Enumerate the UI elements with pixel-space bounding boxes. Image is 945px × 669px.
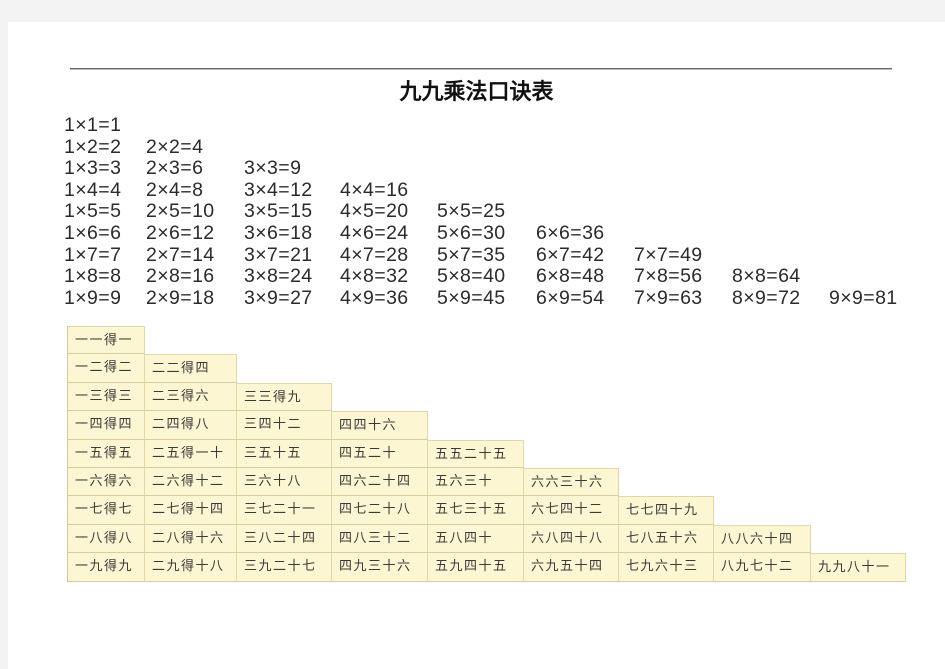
formula: 5×7=35 bbox=[437, 243, 506, 266]
rhyme-cell: 五九四十五 bbox=[428, 553, 524, 582]
rhyme-cell: 四九三十六 bbox=[332, 553, 428, 582]
formula: 2×2=4 bbox=[146, 135, 204, 158]
formula: 4×8=32 bbox=[340, 265, 409, 288]
rhyme-cell: 七七四十九 bbox=[619, 496, 714, 525]
formula: 1×2=2 bbox=[64, 135, 122, 158]
formula: 3×4=12 bbox=[244, 178, 313, 201]
rhyme-cell: 五八四十 bbox=[428, 524, 524, 554]
formula: 8×9=72 bbox=[732, 286, 801, 309]
rhyme-cell: 三六十八 bbox=[237, 467, 332, 497]
rhyme-cell: 二八得十六 bbox=[145, 524, 237, 554]
formula: 4×5=20 bbox=[340, 200, 409, 223]
rhyme-cell: 一一得一 bbox=[67, 326, 145, 355]
rhyme-cell: 八八六十四 bbox=[714, 524, 811, 554]
formula: 2×7=14 bbox=[146, 243, 215, 266]
rhyme-cell: 一二得二 bbox=[67, 354, 145, 383]
formula: 6×6=36 bbox=[536, 221, 605, 244]
rhyme-cell: 三四十二 bbox=[237, 411, 332, 440]
rhyme-cell: 三九二十七 bbox=[237, 553, 332, 582]
formula: 1×8=8 bbox=[64, 265, 122, 288]
formula: 2×5=10 bbox=[146, 200, 215, 223]
formula: 9×9=81 bbox=[829, 286, 898, 309]
formula: 2×8=16 bbox=[146, 265, 215, 288]
formula: 5×8=40 bbox=[437, 265, 506, 288]
rhyme-cell: 六九五十四 bbox=[524, 553, 619, 582]
rhyme-cell: 二四得八 bbox=[145, 411, 237, 440]
page-title: 九九乘法口诀表 bbox=[399, 80, 554, 105]
formula: 6×7=42 bbox=[536, 243, 605, 266]
rhyme-cell: 五五二十五 bbox=[428, 439, 524, 468]
rhyme-cell: 六七四十二 bbox=[524, 496, 619, 525]
formula: 1×3=3 bbox=[64, 157, 122, 180]
rhyme-cell: 六八四十八 bbox=[524, 524, 619, 554]
formula: 3×7=21 bbox=[244, 243, 313, 266]
formula: 4×9=36 bbox=[340, 286, 409, 309]
rhyme-cell: 一六得六 bbox=[67, 467, 145, 497]
document-page: 九九乘法口诀表 1×1=1 1×2=2 2×2=4 1×3=3 2×3=6 3×3=9 1×… bbox=[8, 22, 945, 669]
rhyme-cell: 二三得六 bbox=[145, 382, 237, 412]
rhyme-cell: 二七得十四 bbox=[145, 496, 237, 525]
rhyme-cell: 一五得五 bbox=[67, 439, 145, 468]
rhyme-cell: 四七二十八 bbox=[332, 496, 428, 525]
formula: 4×7=28 bbox=[340, 243, 409, 266]
formula: 3×9=27 bbox=[244, 286, 313, 309]
formula: 3×3=9 bbox=[244, 157, 302, 180]
rhyme-cell: 四八三十二 bbox=[332, 524, 428, 554]
formula: 1×7=7 bbox=[64, 243, 122, 266]
rhyme-cell: 三八二十四 bbox=[237, 524, 332, 554]
rhyme-cell: 七八五十六 bbox=[619, 524, 714, 554]
rhyme-cell: 四四十六 bbox=[332, 411, 428, 440]
rhyme-cell: 四五二十 bbox=[332, 439, 428, 468]
formula: 7×7=49 bbox=[634, 243, 703, 266]
formula: 3×8=24 bbox=[244, 265, 313, 288]
rhyme-cell: 八九七十二 bbox=[714, 553, 811, 582]
rhyme-cell: 五七三十五 bbox=[428, 496, 524, 525]
formula: 2×6=12 bbox=[146, 221, 215, 244]
formula: 1×5=5 bbox=[64, 200, 122, 223]
rhyme-cell: 九九八十一 bbox=[811, 553, 906, 582]
formula: 7×9=63 bbox=[634, 286, 703, 309]
formula: 6×8=48 bbox=[536, 265, 605, 288]
formula: 5×5=25 bbox=[437, 200, 506, 223]
formula: 6×9=54 bbox=[536, 286, 605, 309]
formula: 1×4=4 bbox=[64, 178, 122, 201]
rhyme-cell: 一八得八 bbox=[67, 524, 145, 554]
formula: 2×4=8 bbox=[146, 178, 204, 201]
rhyme-cell: 一三得三 bbox=[67, 382, 145, 412]
formula: 2×3=6 bbox=[146, 157, 204, 180]
formula: 2×9=18 bbox=[146, 286, 215, 309]
rhyme-cell: 二九得十八 bbox=[145, 553, 237, 582]
formula: 4×6=24 bbox=[340, 221, 409, 244]
formula: 3×6=18 bbox=[244, 221, 313, 244]
rhyme-cell: 六六三十六 bbox=[524, 467, 619, 497]
formula: 5×9=45 bbox=[437, 286, 506, 309]
rhyme-cell: 一七得七 bbox=[67, 496, 145, 525]
formula: 1×9=9 bbox=[64, 286, 122, 309]
rhyme-cell: 三七二十一 bbox=[237, 496, 332, 525]
rhyme-cell: 二五得一十 bbox=[145, 439, 237, 468]
formula: 8×8=64 bbox=[732, 265, 801, 288]
rhyme-cell: 一九得九 bbox=[67, 553, 145, 582]
formula: 3×5=15 bbox=[244, 200, 313, 223]
formula: 1×6=6 bbox=[64, 221, 122, 244]
formula: 1×1=1 bbox=[64, 114, 122, 136]
rhyme-cell: 四六二十四 bbox=[332, 467, 428, 497]
formula: 4×4=16 bbox=[340, 178, 409, 201]
formula: 5×6=30 bbox=[437, 221, 506, 244]
rhyme-cell: 七九六十三 bbox=[619, 553, 714, 582]
rhyme-cell: 一四得四 bbox=[67, 411, 145, 440]
rhyme-cell: 二二得四 bbox=[145, 354, 237, 383]
formula: 7×8=56 bbox=[634, 265, 703, 288]
header-rule bbox=[70, 68, 892, 69]
rhyme-cell: 二六得十二 bbox=[145, 467, 237, 497]
rhyme-cell: 三五十五 bbox=[237, 439, 332, 468]
rhyme-cell: 五六三十 bbox=[428, 467, 524, 497]
rhyme-cell: 三三得九 bbox=[237, 382, 332, 412]
